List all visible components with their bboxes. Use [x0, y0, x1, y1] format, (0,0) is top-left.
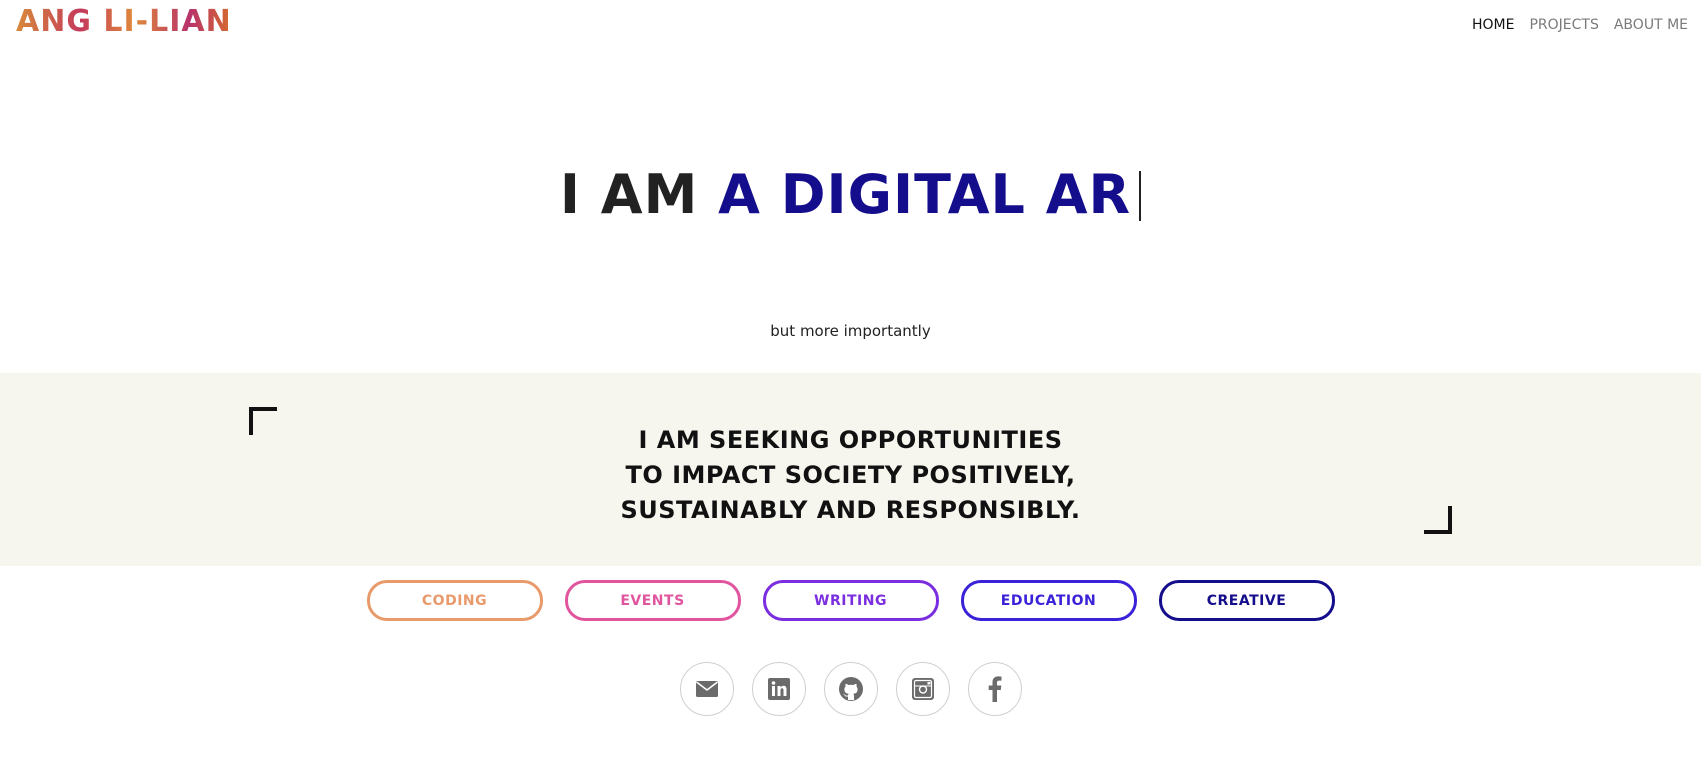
category-events-button[interactable]: EVENTS [564, 580, 741, 621]
category-writing-button[interactable]: WRITING [762, 580, 939, 621]
github-icon [838, 677, 863, 701]
email-link[interactable] [679, 662, 734, 716]
facebook-link[interactable] [967, 662, 1022, 716]
mail-icon [695, 681, 718, 697]
main-nav: HOME PROJECTS ABOUT ME [1472, 17, 1688, 33]
nav-projects[interactable]: PROJECTS [1529, 17, 1598, 33]
hero-heading: I AM A DIGITAL AR [0, 160, 1701, 230]
nav-about-me[interactable]: ABOUT ME [1614, 17, 1688, 33]
statement-band: I AM SEEKING OPPORTUNITIES TO IMPACT SOC… [0, 373, 1701, 566]
hero-subtitle: but more importantly [770, 322, 931, 340]
linkedin-icon [767, 678, 790, 700]
statement-line-2: TO IMPACT SOCIETY POSITIVELY, [625, 461, 1076, 489]
category-buttons: CODING EVENTS WRITING EDUCATION CREATIVE [0, 580, 1701, 621]
category-coding-button[interactable]: CODING [366, 580, 543, 621]
site-logo[interactable]: ANG LI-LIAN [16, 4, 232, 39]
social-links [0, 662, 1701, 716]
facebook-icon [988, 676, 1001, 702]
hero-static-text: I AM [559, 163, 699, 226]
instagram-link[interactable] [895, 662, 950, 716]
category-education-button[interactable]: EDUCATION [960, 580, 1137, 621]
site-header: ANG LI-LIAN HOME PROJECTS ABOUT ME [0, 0, 1701, 50]
linkedin-link[interactable] [751, 662, 806, 716]
category-creative-button[interactable]: CREATIVE [1158, 580, 1335, 621]
typing-cursor [1139, 171, 1142, 221]
nav-home[interactable]: HOME [1472, 17, 1514, 33]
statement-line-1: I AM SEEKING OPPORTUNITIES [638, 426, 1063, 454]
github-link[interactable] [823, 662, 878, 716]
corner-bracket-bottom-right [1424, 506, 1452, 534]
hero-typed-text: A DIGITAL AR [718, 163, 1132, 226]
instagram-icon [911, 678, 934, 700]
